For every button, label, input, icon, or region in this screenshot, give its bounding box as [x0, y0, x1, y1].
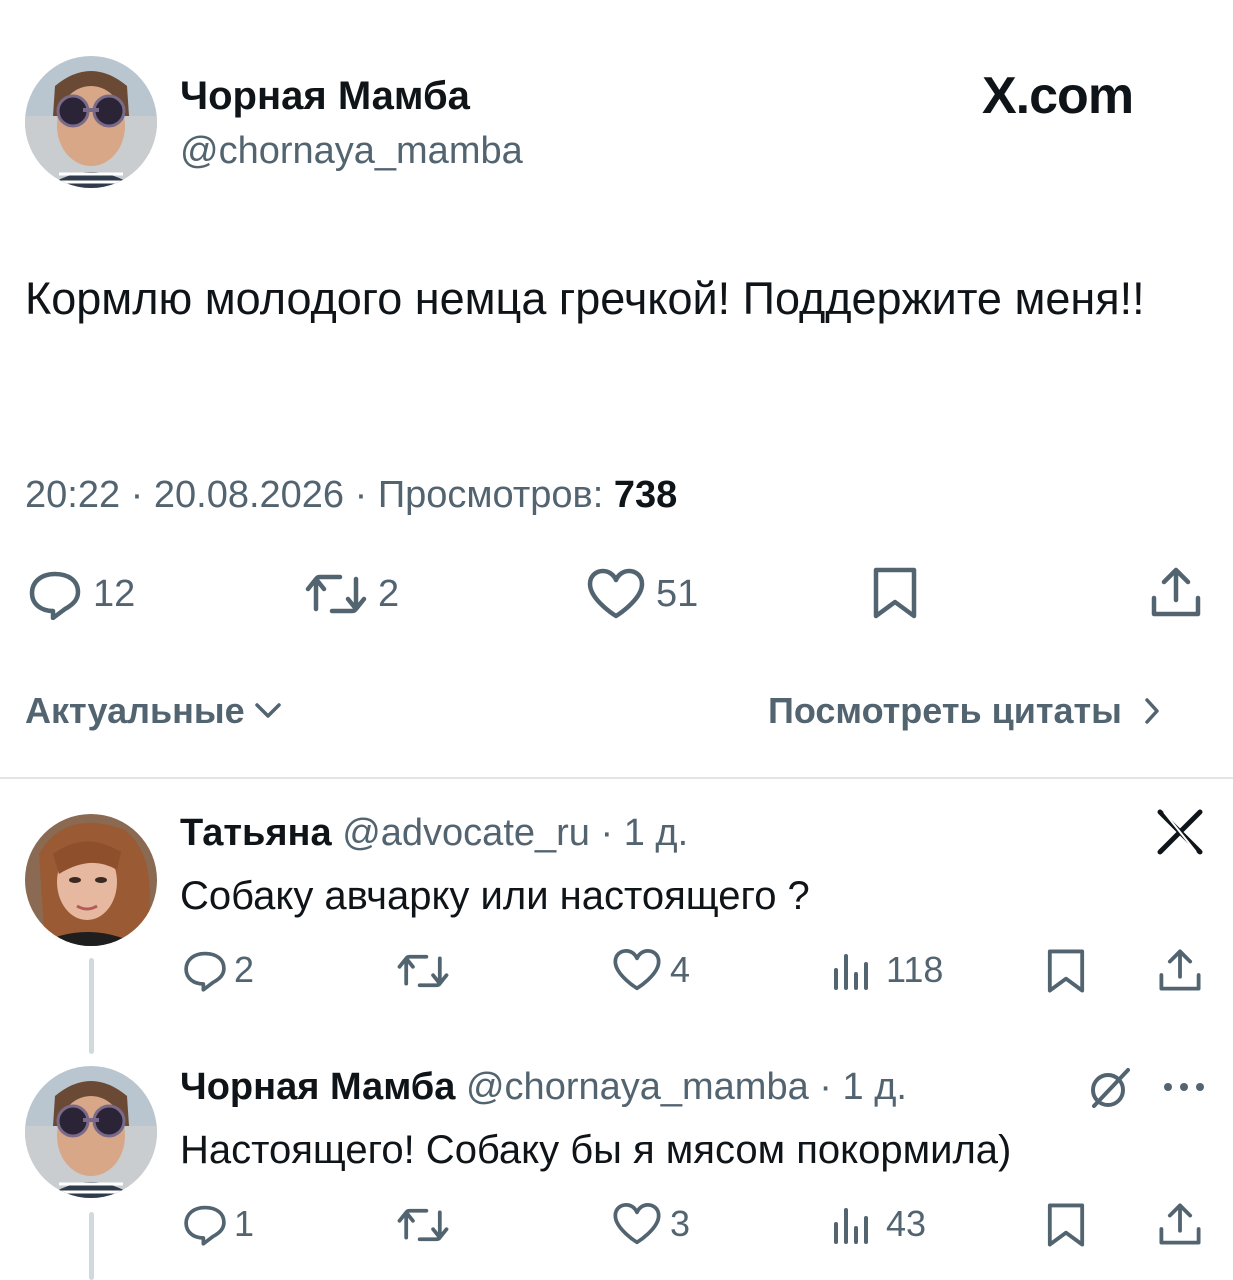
views-chart-icon [832, 950, 872, 990]
reply-like-count: 4 [670, 949, 691, 990]
reply-like-button[interactable]: 3 [612, 1200, 690, 1248]
reply-retweet-button[interactable] [396, 1204, 450, 1246]
reply-reply-count: 2 [234, 949, 255, 990]
separator-dot: · [354, 474, 378, 516]
reply-reply-count: 1 [234, 1203, 255, 1244]
x-com-logo: X.com [982, 68, 1162, 124]
retweet-button[interactable]: 2 [304, 566, 399, 622]
bookmark-icon [1046, 948, 1086, 994]
brand-label: X.com [982, 67, 1134, 125]
reply-text: Собаку авчарку или настоящего ? [180, 874, 810, 918]
reply-views-button[interactable]: 118 [832, 946, 943, 994]
chevron-right-icon [1142, 696, 1162, 726]
separator-dot: · [130, 474, 154, 516]
bookmark-icon [872, 566, 918, 620]
author-avatar[interactable] [25, 56, 157, 188]
reply-icon [182, 1202, 228, 1246]
reply-views-count: 43 [886, 1203, 927, 1244]
sort-label: Актуальные [25, 690, 245, 731]
reply-share-button[interactable] [1158, 946, 1202, 994]
reply-age[interactable]: · 1 д. [601, 812, 689, 854]
tweet-time[interactable]: 20:22 [25, 474, 120, 516]
grok-icon[interactable] [1088, 1066, 1132, 1115]
share-button[interactable] [1150, 564, 1202, 620]
reply-header: Татьяна @advocate_ru · 1 д. [180, 810, 688, 856]
bookmark-icon [1046, 1202, 1086, 1248]
reply-author-name[interactable]: Чорная Мамба [180, 1066, 455, 1108]
reply-like-button[interactable]: 4 [612, 946, 690, 994]
like-count: 51 [656, 572, 699, 615]
thread-line [89, 1212, 94, 1280]
share-icon [1158, 1200, 1202, 1248]
heart-icon [586, 568, 646, 620]
reply-text: Настоящего! Собаку бы я мясом покормила) [180, 1128, 1012, 1172]
reply-retweet-button[interactable] [396, 950, 450, 992]
share-icon [1158, 946, 1202, 994]
reply-count: 12 [93, 572, 136, 615]
reply-bookmark-button[interactable] [1046, 948, 1086, 994]
reply-icon [27, 568, 83, 620]
views-count: 738 [613, 474, 678, 516]
tweet-date[interactable]: 20.08.2026 [154, 474, 344, 516]
reply-author-handle[interactable]: @chornaya_mamba [466, 1066, 809, 1108]
sort-dropdown[interactable]: Актуальные [25, 688, 283, 734]
tweet-meta: 20:22 · 20.08.2026 · Просмотров: 738 [25, 472, 677, 518]
reply-views-button[interactable]: 43 [832, 1200, 926, 1248]
retweet-count: 2 [378, 572, 400, 615]
reply-share-button[interactable] [1158, 1200, 1202, 1248]
view-quotes-link[interactable]: Посмотреть цитаты [768, 688, 1162, 734]
more-options-icon[interactable] [1162, 1080, 1206, 1099]
author-handle[interactable]: @chornaya_mamba [180, 128, 523, 174]
like-button[interactable]: 51 [586, 566, 698, 622]
divider [0, 777, 1233, 779]
reply-reply-button[interactable]: 2 [182, 946, 254, 994]
views-label: Просмотров: [377, 474, 604, 516]
tweet-text: Кормлю молодого немца гречкой! Поддержит… [25, 273, 1145, 324]
heart-icon [612, 948, 662, 992]
reply-reply-button[interactable]: 1 [182, 1200, 254, 1248]
reply-author-name[interactable]: Татьяна [180, 812, 332, 854]
reply-bookmark-button[interactable] [1046, 1202, 1086, 1248]
grok-x-icon[interactable] [1156, 808, 1204, 861]
reply-header: Чорная Мамба @chornaya_mamba · 1 д. [180, 1064, 907, 1110]
reply-age[interactable]: · 1 д. [819, 1066, 907, 1108]
reply-icon [182, 948, 228, 992]
views-chart-icon [832, 1204, 872, 1244]
reply-views-count: 118 [886, 949, 944, 990]
retweet-icon [396, 950, 450, 992]
reply-avatar[interactable] [25, 1066, 157, 1198]
author-name[interactable]: Чорная Мамба [180, 72, 470, 120]
reply-like-count: 3 [670, 1203, 691, 1244]
bookmark-button[interactable] [872, 566, 918, 620]
view-quotes-label: Посмотреть цитаты [768, 690, 1122, 731]
thread-line [89, 958, 94, 1054]
chevron-down-icon [253, 701, 283, 721]
reply-avatar[interactable] [25, 814, 157, 946]
share-icon [1150, 564, 1202, 620]
reply-button[interactable]: 12 [27, 566, 135, 622]
heart-icon [612, 1202, 662, 1246]
reply-author-handle[interactable]: @advocate_ru [342, 812, 590, 854]
retweet-icon [304, 569, 368, 619]
retweet-icon [396, 1204, 450, 1246]
